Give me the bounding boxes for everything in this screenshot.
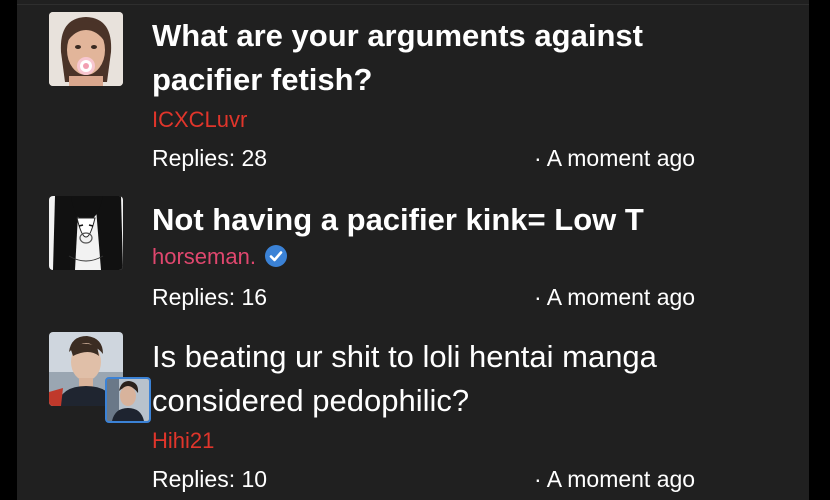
avatar[interactable] (49, 12, 123, 86)
replies-count: Replies: 16 (152, 284, 268, 310)
thread-list: What are your arguments against pacifier… (17, 0, 809, 500)
author-name[interactable]: horseman. (152, 244, 256, 269)
thread-item[interactable]: What are your arguments against pacifier… (17, 0, 809, 185)
thread-title[interactable]: Not having a pacifier kink= Low T (152, 198, 752, 242)
timestamp: · A moment ago (534, 284, 696, 310)
timestamp: · A moment ago (534, 145, 696, 171)
avatar[interactable] (49, 196, 123, 270)
author-name[interactable]: ICXCLuvr (152, 107, 247, 133)
replies-count: Replies: 10 (152, 466, 268, 492)
avatar-man-small-icon (107, 379, 149, 421)
author-row: horseman. (152, 244, 288, 274)
screen: What are your arguments against pacifier… (0, 0, 830, 500)
avatar-manga-girl-icon (49, 196, 123, 270)
replies-count: Replies: 28 (152, 145, 268, 171)
avatar-woman-pacifier-icon (49, 12, 123, 86)
author-name[interactable]: Hihi21 (152, 428, 214, 454)
thread-item[interactable]: Is beating ur shit to loli hentai manga … (17, 320, 809, 500)
verified-badge-icon (264, 244, 288, 274)
thread-title[interactable]: Is beating ur shit to loli hentai manga … (152, 335, 752, 423)
thread-item[interactable]: Not having a pacifier kink= Low T horsem… (17, 185, 809, 320)
sub-avatar[interactable] (105, 377, 151, 423)
thread-title[interactable]: What are your arguments against pacifier… (152, 14, 752, 102)
timestamp: · A moment ago (534, 466, 696, 492)
